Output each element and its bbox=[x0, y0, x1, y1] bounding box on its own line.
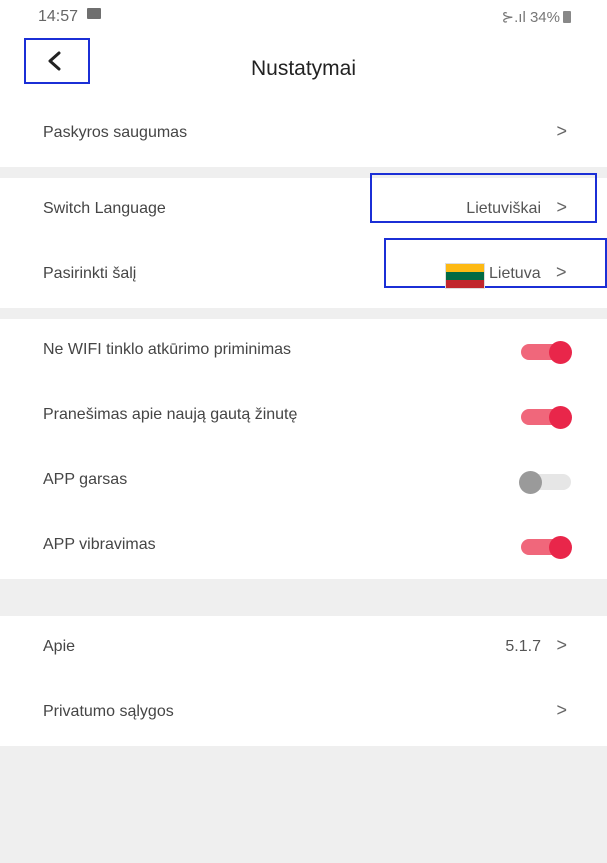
toggle-label: APP vibravimas bbox=[43, 536, 156, 553]
language-value: Lietuviškai bbox=[466, 200, 541, 217]
status-bar: 14:57 ⊱.ıl 34% bbox=[0, 0, 607, 32]
status-time: 14:57 bbox=[38, 8, 79, 25]
new-message-row: Pranešimas apie naują gautą žinutę bbox=[0, 384, 607, 449]
account-group: Paskyros saugumas > bbox=[0, 102, 607, 167]
battery-icon bbox=[563, 11, 571, 23]
select-country-row[interactable]: Pasirinkti šalį Lietuva > bbox=[0, 238, 607, 308]
wifi-reminder-toggle[interactable] bbox=[519, 341, 572, 364]
app-sound-row: APP garsas bbox=[0, 449, 607, 514]
header: Nustatymai bbox=[0, 32, 607, 102]
app-vibration-row: APP vibravimas bbox=[0, 514, 607, 579]
lithuania-flag-icon bbox=[445, 263, 485, 289]
privacy-row[interactable]: Privatumo sąlygos > bbox=[0, 681, 607, 746]
chevron-right-icon: > bbox=[556, 121, 567, 141]
account-security-label: Paskyros saugumas bbox=[43, 124, 188, 141]
info-group: Apie 5.1.7 > Privatumo sąlygos > bbox=[0, 616, 607, 746]
about-label: Apie bbox=[43, 638, 76, 655]
app-sound-toggle[interactable] bbox=[519, 471, 572, 494]
toggle-label: Ne WIFI tinklo atkūrimo priminimas bbox=[43, 341, 292, 358]
about-row[interactable]: Apie 5.1.7 > bbox=[0, 616, 607, 681]
toggle-label: APP garsas bbox=[43, 471, 128, 488]
chevron-right-icon: > bbox=[556, 262, 567, 282]
page-title: Nustatymai bbox=[250, 57, 357, 80]
notification-group: Ne WIFI tinklo atkūrimo priminimas Prane… bbox=[0, 319, 607, 579]
toggle-label: Pranešimas apie naują gautą žinutę bbox=[43, 406, 298, 423]
wifi-reminder-row: Ne WIFI tinklo atkūrimo priminimas bbox=[0, 319, 607, 384]
gallery-notification-icon bbox=[87, 8, 101, 19]
select-country-label: Pasirinkti šalį bbox=[43, 265, 137, 282]
country-value: Lietuva bbox=[489, 265, 541, 282]
chevron-right-icon: > bbox=[556, 197, 567, 217]
status-indicators: ⊱.ıl 34% bbox=[502, 8, 571, 26]
privacy-label: Privatumo sąlygos bbox=[43, 703, 174, 720]
new-message-toggle[interactable] bbox=[519, 406, 572, 429]
version-value: 5.1.7 bbox=[505, 638, 541, 655]
chevron-right-icon: > bbox=[556, 635, 567, 655]
battery-level: 34% bbox=[529, 9, 560, 26]
app-vibration-toggle[interactable] bbox=[519, 536, 572, 559]
locale-group: Switch Language Lietuviškai > Pasirinkti… bbox=[0, 173, 607, 308]
signal-icon: ⊱.ıl bbox=[501, 9, 526, 26]
switch-language-label: Switch Language bbox=[43, 200, 166, 217]
account-security-row[interactable]: Paskyros saugumas > bbox=[0, 102, 607, 167]
switch-language-row[interactable]: Switch Language Lietuviškai > bbox=[0, 173, 607, 243]
chevron-right-icon: > bbox=[556, 700, 567, 720]
